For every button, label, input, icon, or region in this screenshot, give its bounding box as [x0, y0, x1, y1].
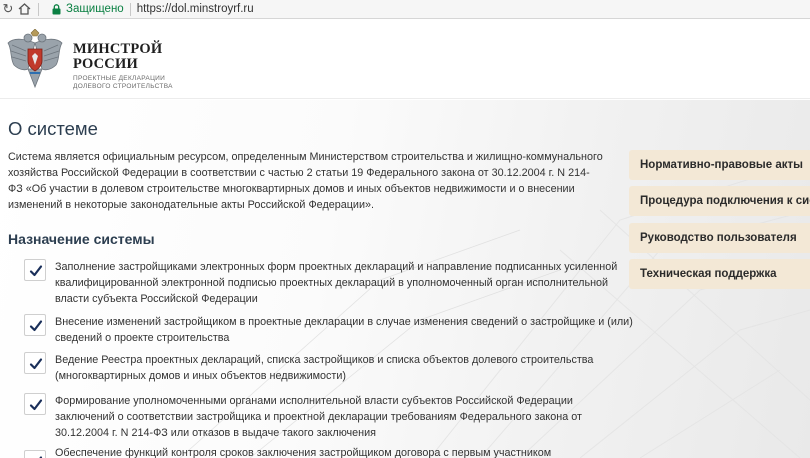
brand-subline2: ДОЛЕВОГО СТРОИТЕЛЬСТВА	[73, 83, 173, 90]
brand-line1: МИНСТРОЙ	[73, 41, 163, 57]
emblem-icon[interactable]	[6, 28, 64, 91]
url-field[interactable]: https://dol.minstroyrf.ru	[137, 3, 254, 15]
brand-line2: РОССИИ	[73, 56, 138, 72]
check-icon	[24, 352, 46, 374]
toolbar-divider	[38, 2, 39, 16]
reload-icon[interactable]: ↻	[0, 0, 16, 18]
purpose-item-text: Формирование уполномоченными органами ис…	[55, 395, 582, 439]
sidebar-link-support[interactable]: Техническая поддержка	[629, 259, 810, 289]
purpose-item-text: Заполнение застройщиками электронных фор…	[55, 261, 618, 305]
home-icon[interactable]	[16, 0, 32, 18]
secure-label[interactable]: Защищено	[66, 3, 124, 15]
sidebar-link-connection[interactable]: Процедура подключения к системе	[629, 186, 810, 216]
page-title: О системе	[8, 118, 98, 139]
brand-subline1: ПРОЕКТНЫЕ ДЕКЛАРАЦИИ	[73, 75, 166, 82]
intro-paragraph: Система является официальным ресурсом, о…	[8, 151, 603, 211]
browser-address-bar: ↻ Защищено https://dol.minstroyrf.ru	[0, 0, 810, 19]
purpose-item-text: Ведение Реестра проектных деклараций, сп…	[55, 354, 594, 382]
brand-block[interactable]: МИНСТРОЙ РОССИИ ПРОЕКТНЫЕ ДЕКЛАРАЦИИ ДОЛ…	[73, 42, 173, 91]
purpose-title: Назначение системы	[8, 231, 155, 247]
site-header: МИНСТРОЙ РОССИИ ПРОЕКТНЫЕ ДЕКЛАРАЦИИ ДОЛ…	[0, 19, 810, 99]
lock-icon[interactable]	[49, 2, 63, 16]
url-divider	[129, 2, 131, 16]
purpose-item-text: Обеспечение функций контроля сроков закл…	[55, 447, 552, 458]
check-icon	[24, 450, 46, 458]
check-icon	[24, 393, 46, 415]
check-icon	[24, 259, 46, 281]
sidebar-link-user-guide[interactable]: Руководство пользователя	[629, 223, 810, 253]
purpose-item-text: Внесение изменений застройщиком в проект…	[55, 316, 633, 344]
sidebar-link-regulations[interactable]: Нормативно-правовые акты	[629, 150, 810, 180]
check-icon	[24, 314, 46, 336]
